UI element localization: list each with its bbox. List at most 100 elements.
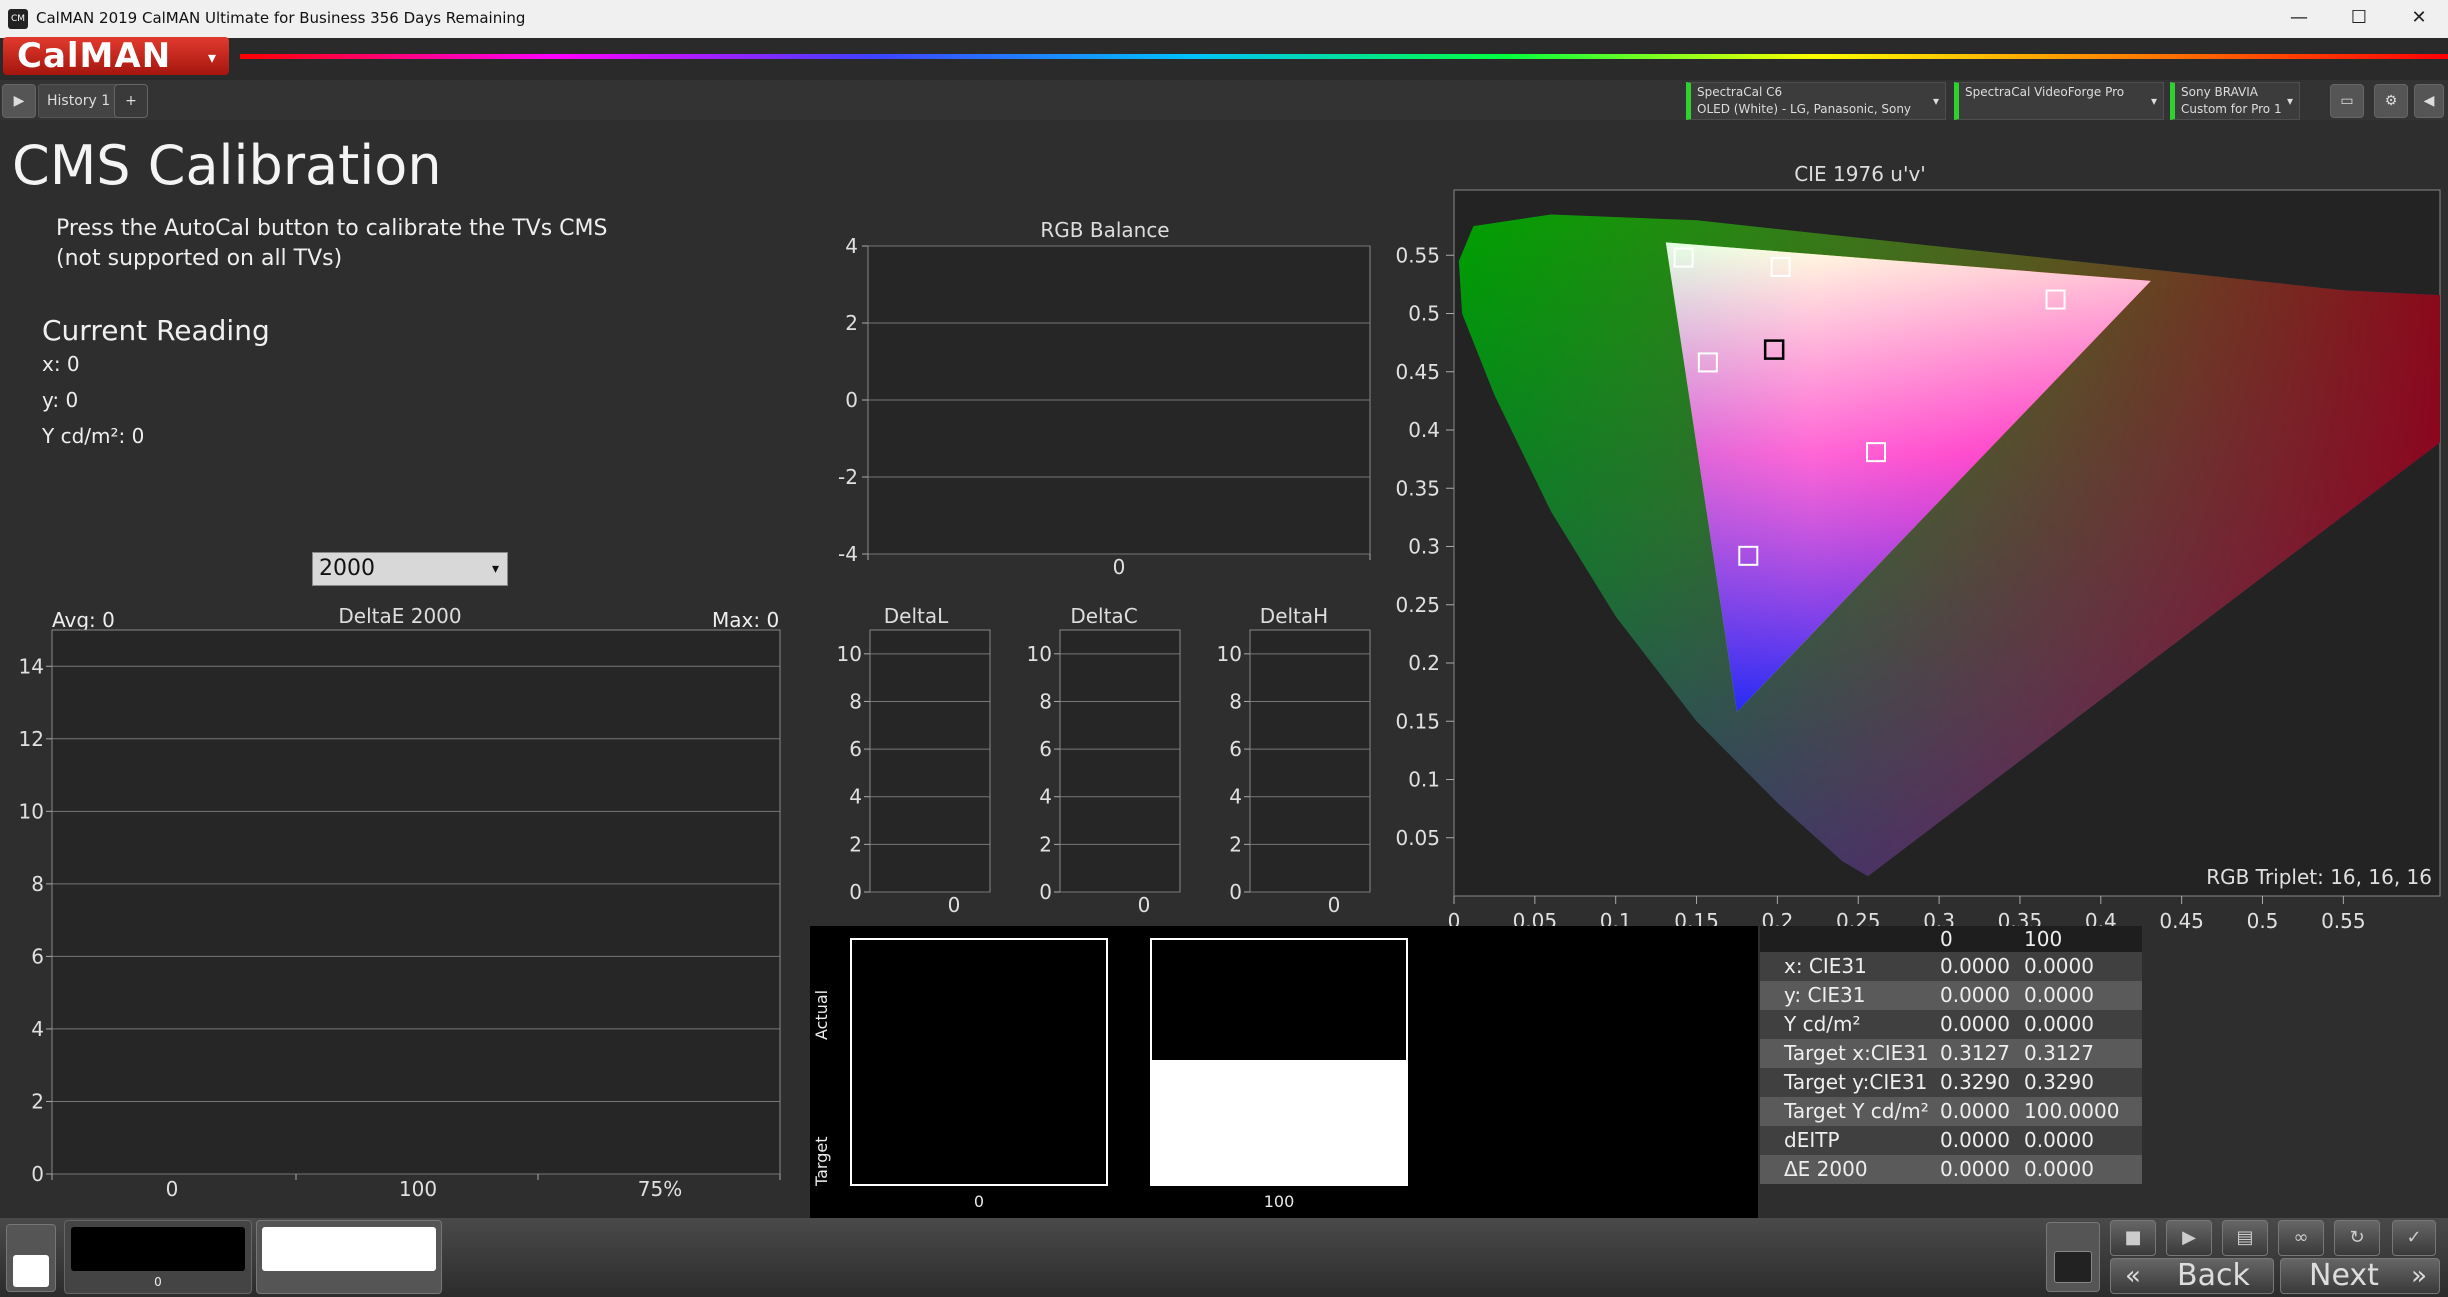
delta-ytick-label: 4 — [1039, 785, 1052, 809]
menubar — [0, 38, 2448, 80]
deltae-xlabel: 0 — [166, 1177, 179, 1200]
display-device-selector[interactable]: Sony BRAVIA Custom for Pro 1 ▾ — [2170, 82, 2300, 120]
delta-ytick-label: 4 — [849, 785, 862, 809]
header-col-0[interactable]: 0 — [1940, 926, 2024, 952]
header-col-100[interactable]: 100 — [2024, 926, 2142, 952]
display-icon[interactable]: ▭ — [2330, 84, 2364, 118]
instructions-line-1: Press the AutoCal button to calibrate th… — [56, 216, 608, 241]
page-title: CMS Calibration — [12, 134, 442, 197]
row-label: Target Y cd/m² — [1784, 1099, 1929, 1123]
delta-ytick-label: 2 — [1039, 832, 1052, 856]
tab-history-1[interactable]: History 1 — [38, 84, 120, 118]
next-button[interactable]: Next » — [2280, 1258, 2440, 1294]
gear-icon[interactable]: ⚙ — [2374, 84, 2408, 118]
delta-ytick-label: 8 — [1039, 689, 1052, 713]
minimize-button[interactable]: — — [2270, 0, 2328, 38]
add-tab-button[interactable]: + — [114, 84, 148, 118]
cie-ytick-label: 0.25 — [1395, 593, 1440, 617]
device-profile: Custom for Pro 1 — [2181, 102, 2282, 116]
rgb-ytick-label: 2 — [845, 311, 858, 335]
chevron-down-icon: ▾ — [2150, 94, 2157, 108]
cie-ytick-label: 0.55 — [1395, 243, 1440, 267]
deltae-ytick-label: 4 — [31, 1017, 44, 1041]
delta-ytick-label: 6 — [1229, 737, 1242, 761]
source-device-selector[interactable]: SpectraCal VideoForge Pro ▾ — [1954, 82, 2164, 120]
patch-scroll-button[interactable] — [6, 1224, 56, 1292]
play-icon[interactable]: ▶ — [2, 84, 36, 118]
device-name: SpectraCal VideoForge Pro — [1965, 85, 2125, 99]
delta-ytick-label: 0 — [849, 880, 862, 904]
close-button[interactable]: ✕ — [2390, 0, 2448, 38]
window-titlebar: CM CalMAN 2019 CalMAN Ultimate for Busin… — [0, 0, 2448, 38]
stop-button[interactable]: ■ — [2110, 1220, 2156, 1256]
loop-icon[interactable]: ∞ — [2278, 1220, 2324, 1256]
meter-device-selector[interactable]: SpectraCal C6 OLED (White) - LG, Panason… — [1686, 82, 1946, 120]
chevron-down-icon: ▾ — [2286, 94, 2293, 108]
table-row: ΔE 2000 0.0000 0.0000 — [1760, 1155, 2142, 1184]
cie-ytick-label: 0.1 — [1408, 768, 1440, 792]
cie-chart: 0 0.05 0.1 0.15 0.2 0.25 0.3 0.35 0.4 0.45 0.5 0.55… — [1395, 189, 2441, 930]
swatch-100-actual — [1152, 940, 1406, 1060]
patch-preview-icon — [13, 1255, 49, 1287]
delta-ytick-label: 10 — [1217, 642, 1242, 666]
cell-value: 0.0000 — [2024, 1157, 2094, 1181]
next-arrow-icon: » — [2411, 1261, 2427, 1291]
actual-label: Actual — [812, 989, 831, 1040]
swatch-0-label: 0 — [973, 1192, 985, 1211]
rgb-balance-chart: -4 -2 0 2 4 0 — [838, 236, 1371, 579]
delta-e-formula-select[interactable]: 2000 ▾ — [312, 552, 508, 586]
patch-0[interactable]: 0 — [64, 1220, 252, 1294]
chevron-left-icon[interactable]: ◀ — [2414, 84, 2444, 118]
cell-value: 0.0000 — [1940, 1128, 2010, 1152]
deltae-ytick-label: 0 — [31, 1162, 44, 1186]
deltae-xlabel: 100 — [399, 1177, 437, 1200]
delta-ytick-label: 8 — [1229, 689, 1242, 713]
cell-value: 0.0000 — [1940, 983, 2010, 1007]
swatch-0[interactable] — [850, 938, 1108, 1186]
deltae-ytick-label: 10 — [19, 799, 44, 823]
delta-ytick-label: 6 — [1039, 737, 1052, 761]
chevron-down-icon: ▾ — [207, 48, 217, 67]
chevron-down-icon: ▾ — [1932, 94, 1939, 108]
table-row: y: CIE31 0.0000 0.0000 — [1760, 981, 2142, 1010]
back-button[interactable]: « Back — [2110, 1258, 2274, 1294]
save-icon[interactable]: ▤ — [2222, 1220, 2268, 1256]
delta-ytick-label: 0 — [1039, 880, 1052, 904]
current-reading-heading: Current Reading — [42, 314, 270, 347]
reading-luminance: Y cd/m²: 0 — [42, 424, 145, 448]
logo-text: CalMAN — [17, 36, 172, 76]
device-name: Sony BRAVIA — [2181, 85, 2258, 99]
display-toggle-button[interactable] — [2046, 1222, 2100, 1292]
swatch-panel: Actual Target 0 100 — [810, 926, 1758, 1218]
swatch-0-target — [852, 1060, 1106, 1184]
cell-value: 0.0000 — [1940, 1157, 2010, 1181]
maximize-button[interactable]: ☐ — [2330, 0, 2388, 38]
delta-xlabel: 0 — [948, 893, 961, 917]
table-header: 0 100 — [1760, 926, 2142, 952]
table-row: Y cd/m² 0.0000 0.0000 — [1760, 1010, 2142, 1039]
cell-value: 0.0000 — [2024, 954, 2094, 978]
row-label: x: CIE31 — [1784, 954, 1867, 978]
window-title: CalMAN 2019 CalMAN Ultimate for Business… — [36, 9, 526, 27]
rgb-xlabel: 0 — [1113, 555, 1126, 579]
app-icon: CM — [8, 9, 28, 29]
delta-ytick-label: 4 — [1229, 785, 1242, 809]
row-label: dEITP — [1784, 1128, 1840, 1152]
patch-100[interactable]: 100 — [256, 1220, 442, 1294]
cie-ytick-label: 0.05 — [1395, 826, 1440, 850]
display-icon — [2054, 1251, 2092, 1283]
instructions-line-2: (not supported on all TVs) — [56, 246, 343, 271]
delta-lch-charts: 0 2 4 6 8 10 0 0 2 4 6 8 10 0 0 2 4 6 8 10 0 — [837, 629, 1371, 917]
swatch-100-label: 100 — [1263, 1192, 1295, 1211]
delta-ytick-label: 0 — [1229, 880, 1242, 904]
cie-ytick-label: 0.2 — [1408, 651, 1440, 675]
refresh-icon[interactable]: ↻ — [2334, 1220, 2380, 1256]
swatch-0-actual — [852, 940, 1106, 1060]
rgb-triplet-annotation: RGB Triplet: 16, 16, 16 — [2206, 865, 2432, 889]
calman-menu-button[interactable]: CalMAN ▾ — [3, 37, 229, 75]
swatch-100[interactable] — [1150, 938, 1408, 1186]
play-button[interactable]: ▶ — [2166, 1220, 2212, 1256]
deltae-ytick-label: 12 — [19, 727, 44, 751]
check-icon[interactable]: ✓ — [2392, 1220, 2436, 1256]
delta-xlabel: 0 — [1328, 893, 1341, 917]
